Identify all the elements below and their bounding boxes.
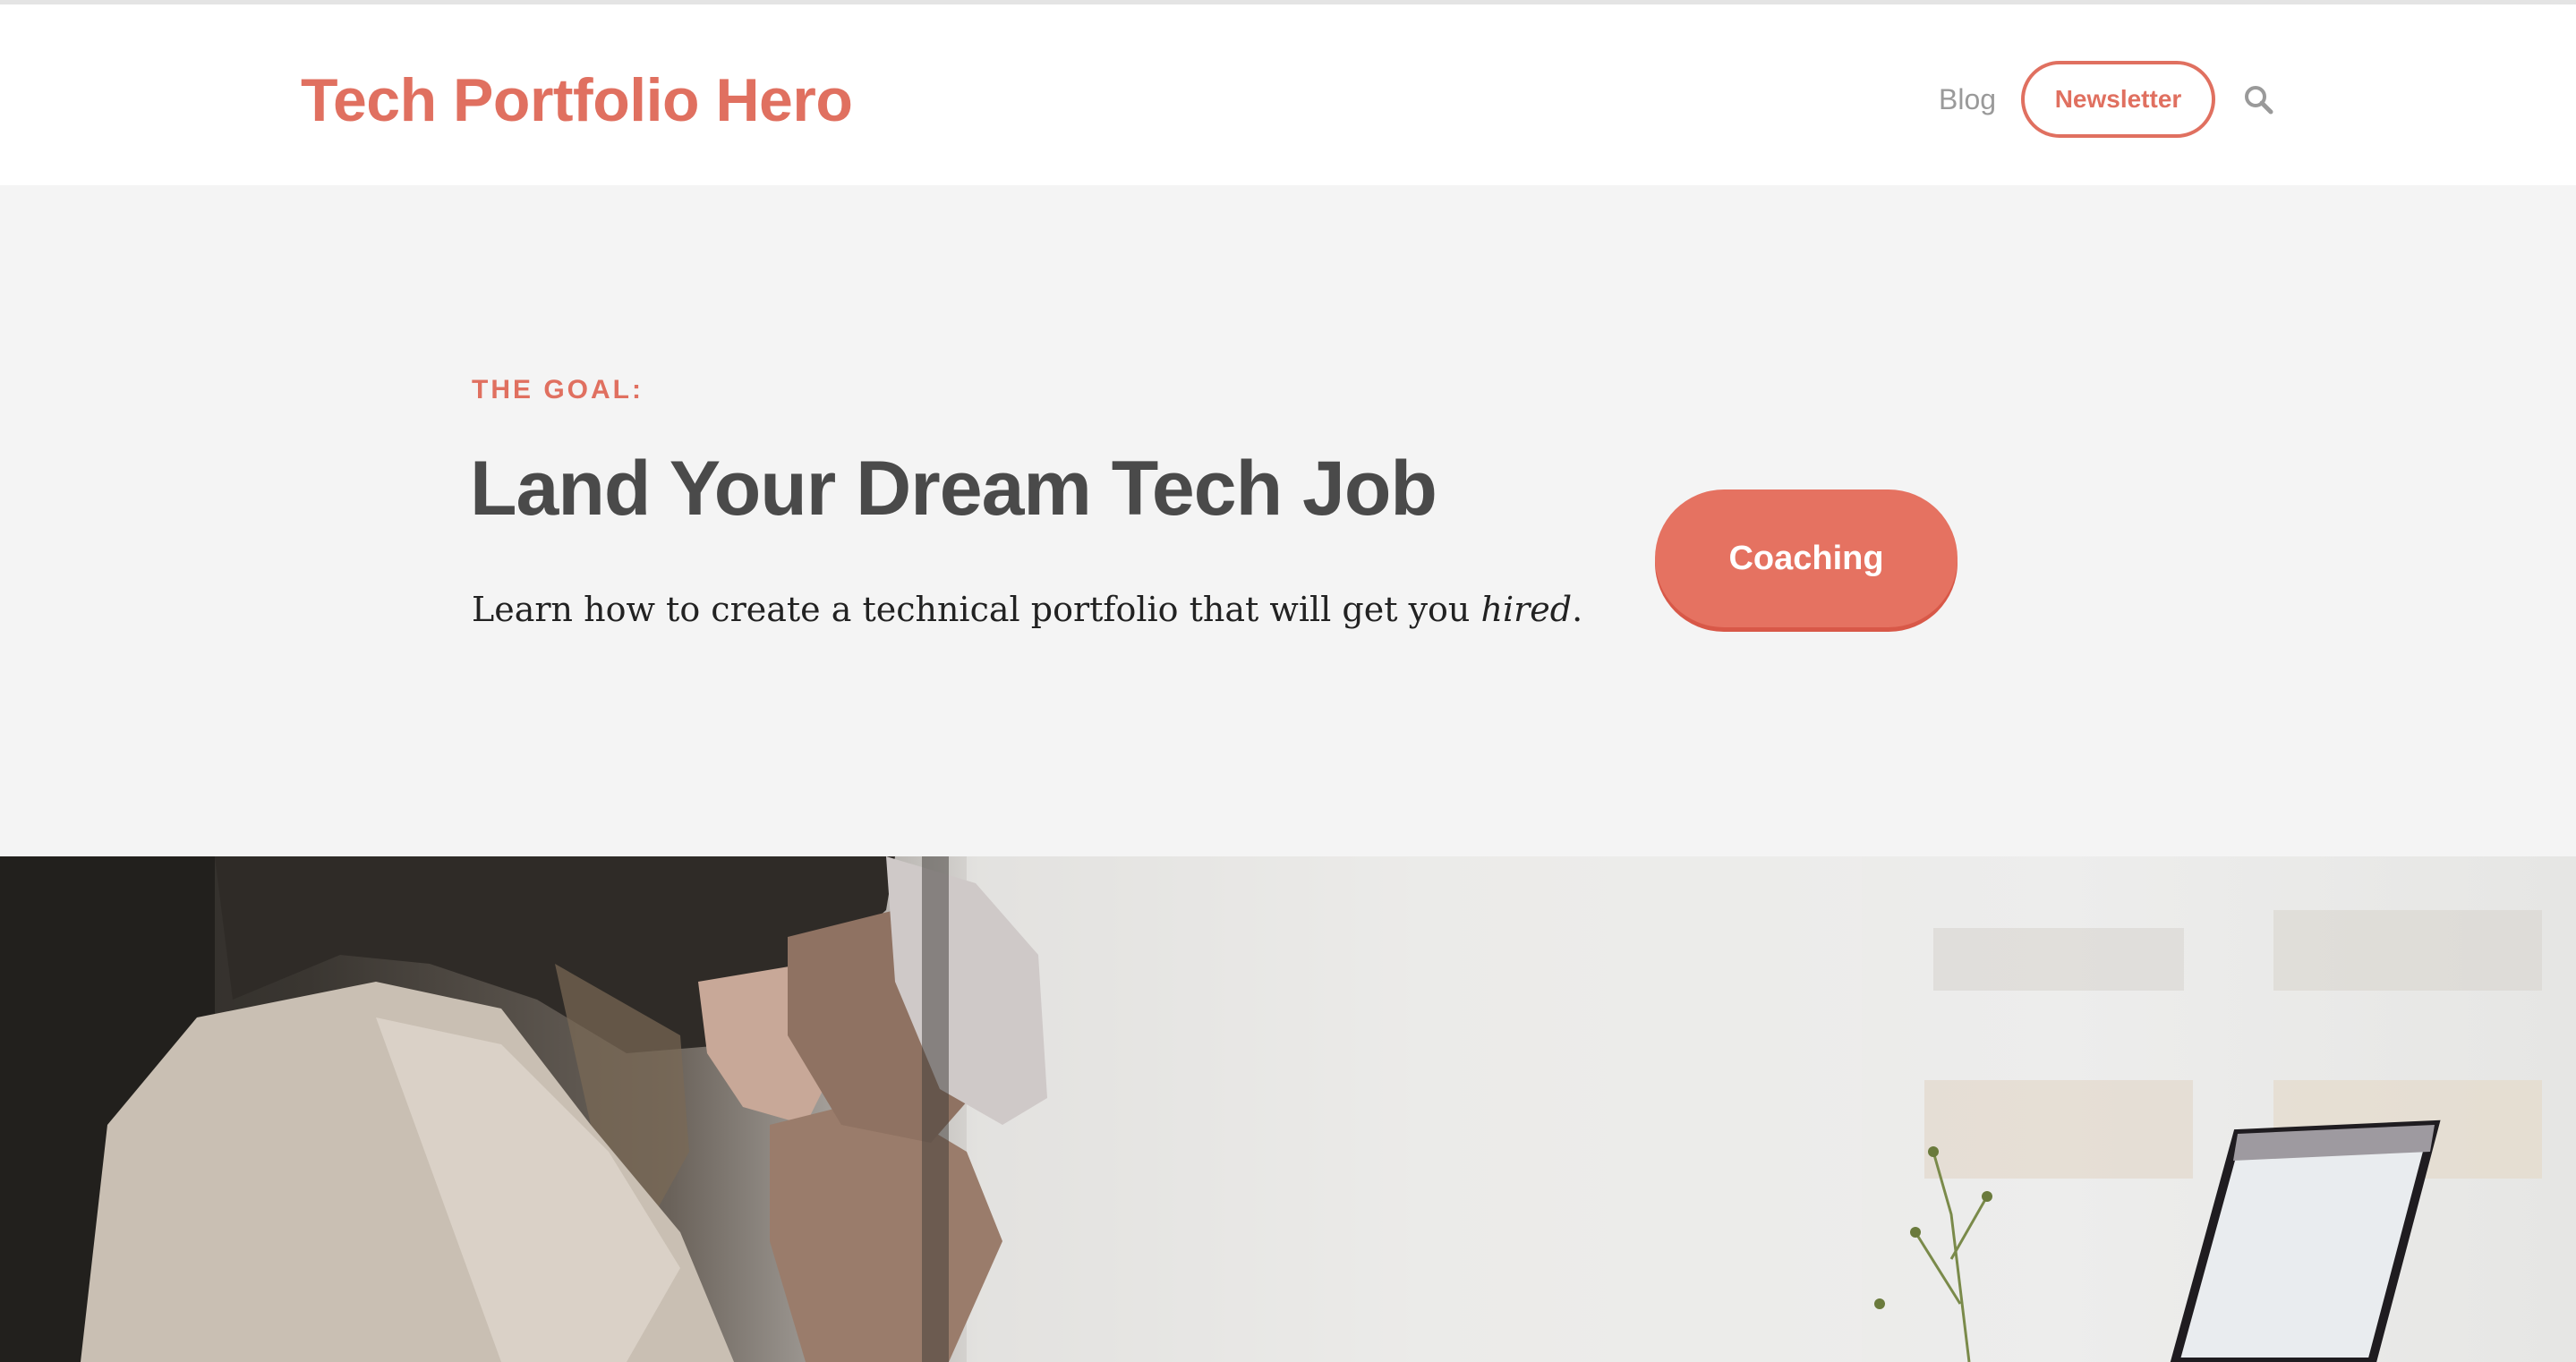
newsletter-button[interactable]: Newsletter [2021, 61, 2215, 138]
coaching-button[interactable]: Coaching [1655, 489, 1958, 627]
hero-subtitle-period: . [1572, 590, 1583, 629]
hero-section: THE GOAL: Land Your Dream Tech Job Learn… [0, 185, 2576, 856]
hero-subtitle-text: Learn how to create a technical portfoli… [472, 590, 1481, 629]
nav-blog-link[interactable]: Blog [1939, 83, 1996, 116]
search-icon[interactable] [2243, 84, 2273, 115]
hero-subtitle-emphasis: hired [1480, 590, 1573, 629]
site-title-link[interactable]: Tech Portfolio Hero [301, 65, 853, 135]
site-header: Tech Portfolio Hero Blog Newsletter [0, 4, 2576, 185]
hero-title: Land Your Dream Tech Job [470, 446, 1437, 532]
photo-illustration [0, 856, 2542, 1362]
hero-subtitle: Learn how to create a technical portfoli… [472, 590, 1582, 629]
hero-kicker: THE GOAL: [472, 375, 644, 404]
hero-photo [0, 856, 2576, 1362]
